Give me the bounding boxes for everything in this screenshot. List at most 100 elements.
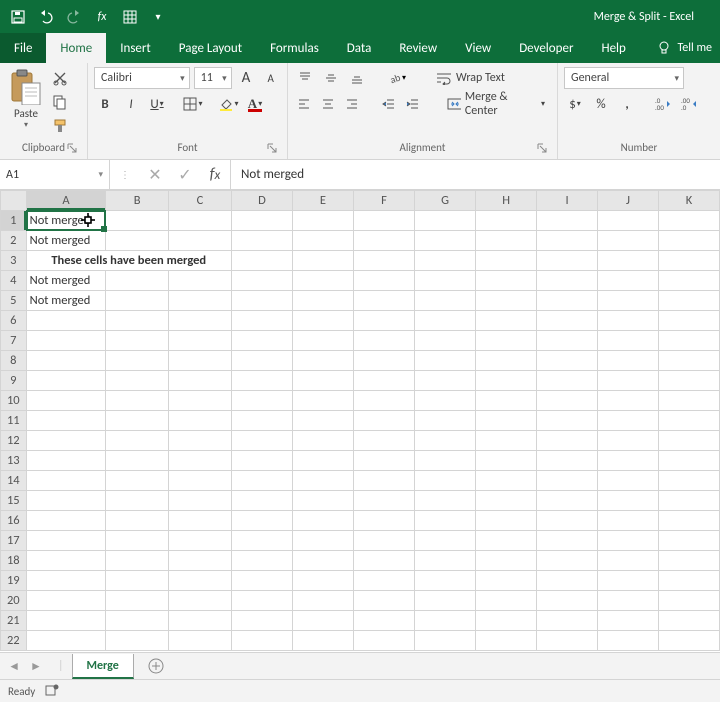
prev-sheet-button[interactable]: ◄ bbox=[8, 659, 20, 674]
new-worksheet-button[interactable] bbox=[118, 5, 142, 29]
row-header-7[interactable]: 7 bbox=[1, 331, 27, 351]
tab-view[interactable]: View bbox=[451, 33, 505, 63]
font-size-combo[interactable]: 11 bbox=[194, 67, 232, 89]
row-header-20[interactable]: 20 bbox=[1, 591, 27, 611]
font-dialog-launcher[interactable] bbox=[265, 141, 279, 155]
redo-button[interactable] bbox=[62, 5, 86, 29]
clipboard-dialog-launcher[interactable] bbox=[65, 141, 79, 155]
fill-color-button[interactable]: ▾ bbox=[218, 93, 240, 115]
tab-formulas[interactable]: Formulas bbox=[256, 33, 333, 63]
select-all-corner[interactable] bbox=[1, 191, 27, 211]
new-sheet-button[interactable] bbox=[144, 654, 168, 678]
row-header-11[interactable]: 11 bbox=[1, 411, 27, 431]
col-header-E[interactable]: E bbox=[292, 191, 353, 211]
wrap-text-button[interactable]: Wrap Text bbox=[430, 67, 511, 89]
tab-data[interactable]: Data bbox=[333, 33, 386, 63]
cancel-button[interactable]: ✕ bbox=[140, 165, 170, 185]
macro-record-button[interactable] bbox=[45, 683, 59, 700]
align-top-button[interactable] bbox=[294, 67, 316, 89]
name-box[interactable]: A1 bbox=[0, 160, 110, 189]
cell-A2[interactable]: Not merged bbox=[26, 231, 106, 251]
col-header-D[interactable]: D bbox=[231, 191, 292, 211]
copy-button[interactable] bbox=[48, 91, 72, 113]
col-header-H[interactable]: H bbox=[476, 191, 537, 211]
percent-button[interactable]: % bbox=[590, 93, 612, 115]
next-sheet-button[interactable]: ► bbox=[30, 659, 42, 674]
font-color-button[interactable]: A▾ bbox=[244, 93, 266, 115]
customize-qat-button[interactable]: ▾ bbox=[146, 5, 170, 29]
row-header-19[interactable]: 19 bbox=[1, 571, 27, 591]
cell-A1[interactable]: Not merged bbox=[26, 211, 106, 231]
align-left-button[interactable] bbox=[294, 93, 314, 115]
col-header-B[interactable]: B bbox=[106, 191, 169, 211]
align-middle-button[interactable] bbox=[320, 67, 342, 89]
row-header-15[interactable]: 15 bbox=[1, 491, 27, 511]
undo-button[interactable] bbox=[34, 5, 58, 29]
row-header-2[interactable]: 2 bbox=[1, 231, 27, 251]
underline-button[interactable]: U▾ bbox=[146, 93, 168, 115]
italic-button[interactable]: I bbox=[120, 93, 142, 115]
cut-button[interactable] bbox=[48, 67, 72, 89]
cell-A5[interactable]: Not merged bbox=[26, 291, 106, 311]
align-center-button[interactable] bbox=[318, 93, 338, 115]
tab-developer[interactable]: Developer bbox=[505, 33, 587, 63]
paste-button[interactable]: Paste ▾ bbox=[6, 67, 46, 137]
borders-button[interactable]: ▾ bbox=[182, 93, 204, 115]
tab-home[interactable]: Home bbox=[46, 33, 106, 63]
row-header-3[interactable]: 3 bbox=[1, 251, 27, 271]
save-button[interactable] bbox=[6, 5, 30, 29]
enter-button[interactable]: ✓ bbox=[170, 165, 200, 185]
col-header-K[interactable]: K bbox=[658, 191, 719, 211]
merge-center-button[interactable]: Merge & Center ▾ bbox=[441, 93, 551, 115]
row-header-12[interactable]: 12 bbox=[1, 431, 27, 451]
increase-decimal-button[interactable]: .0.00 bbox=[652, 93, 674, 115]
row-header-1[interactable]: 1 bbox=[1, 211, 27, 231]
fx-button[interactable]: fx bbox=[90, 5, 114, 29]
row-header-10[interactable]: 10 bbox=[1, 391, 27, 411]
tell-me[interactable]: Tell me bbox=[649, 33, 720, 63]
shrink-font-button[interactable]: A bbox=[260, 67, 281, 89]
cell-A4[interactable]: Not merged bbox=[26, 271, 106, 291]
tab-file[interactable]: File bbox=[0, 33, 46, 63]
format-painter-button[interactable] bbox=[48, 115, 72, 137]
more-functions-button[interactable]: ⋮ bbox=[110, 168, 140, 181]
col-header-I[interactable]: I bbox=[537, 191, 598, 211]
alignment-dialog-launcher[interactable] bbox=[535, 141, 549, 155]
decrease-decimal-button[interactable]: .00.0 bbox=[678, 93, 700, 115]
formula-input[interactable]: Not merged bbox=[231, 160, 720, 189]
row-header-9[interactable]: 9 bbox=[1, 371, 27, 391]
cell-A3-merged[interactable]: These cells have been merged bbox=[26, 251, 231, 271]
row-header-13[interactable]: 13 bbox=[1, 451, 27, 471]
row-header-22[interactable]: 22 bbox=[1, 631, 27, 651]
number-format-combo[interactable]: General bbox=[564, 67, 684, 89]
row-header-18[interactable]: 18 bbox=[1, 551, 27, 571]
increase-indent-button[interactable] bbox=[403, 93, 423, 115]
grow-font-button[interactable]: A bbox=[236, 67, 257, 89]
row-header-21[interactable]: 21 bbox=[1, 611, 27, 631]
align-right-button[interactable] bbox=[342, 93, 362, 115]
tab-insert[interactable]: Insert bbox=[106, 33, 165, 63]
insert-function-button[interactable]: fx bbox=[200, 165, 230, 184]
decrease-indent-button[interactable] bbox=[379, 93, 399, 115]
col-header-G[interactable]: G bbox=[414, 191, 475, 211]
bold-button[interactable]: B bbox=[94, 93, 116, 115]
col-header-A[interactable]: A bbox=[26, 191, 106, 211]
row-header-17[interactable]: 17 bbox=[1, 531, 27, 551]
row-header-5[interactable]: 5 bbox=[1, 291, 27, 311]
row-header-16[interactable]: 16 bbox=[1, 511, 27, 531]
tab-help[interactable]: Help bbox=[587, 33, 639, 63]
row-header-14[interactable]: 14 bbox=[1, 471, 27, 491]
col-header-J[interactable]: J bbox=[598, 191, 659, 211]
align-bottom-button[interactable] bbox=[346, 67, 368, 89]
currency-button[interactable]: $▾ bbox=[564, 93, 586, 115]
spreadsheet-grid[interactable]: A B C D E F G H I J K 1 Not merged 2 Not… bbox=[0, 190, 720, 652]
font-name-combo[interactable]: Calibri bbox=[94, 67, 190, 89]
row-header-6[interactable]: 6 bbox=[1, 311, 27, 331]
row-header-8[interactable]: 8 bbox=[1, 351, 27, 371]
orientation-button[interactable]: ab▾ bbox=[386, 67, 408, 89]
tab-review[interactable]: Review bbox=[385, 33, 451, 63]
sheet-tab-merge[interactable]: Merge bbox=[72, 654, 134, 679]
row-header-4[interactable]: 4 bbox=[1, 271, 27, 291]
comma-button[interactable]: , bbox=[616, 93, 638, 115]
tab-page-layout[interactable]: Page Layout bbox=[165, 33, 256, 63]
